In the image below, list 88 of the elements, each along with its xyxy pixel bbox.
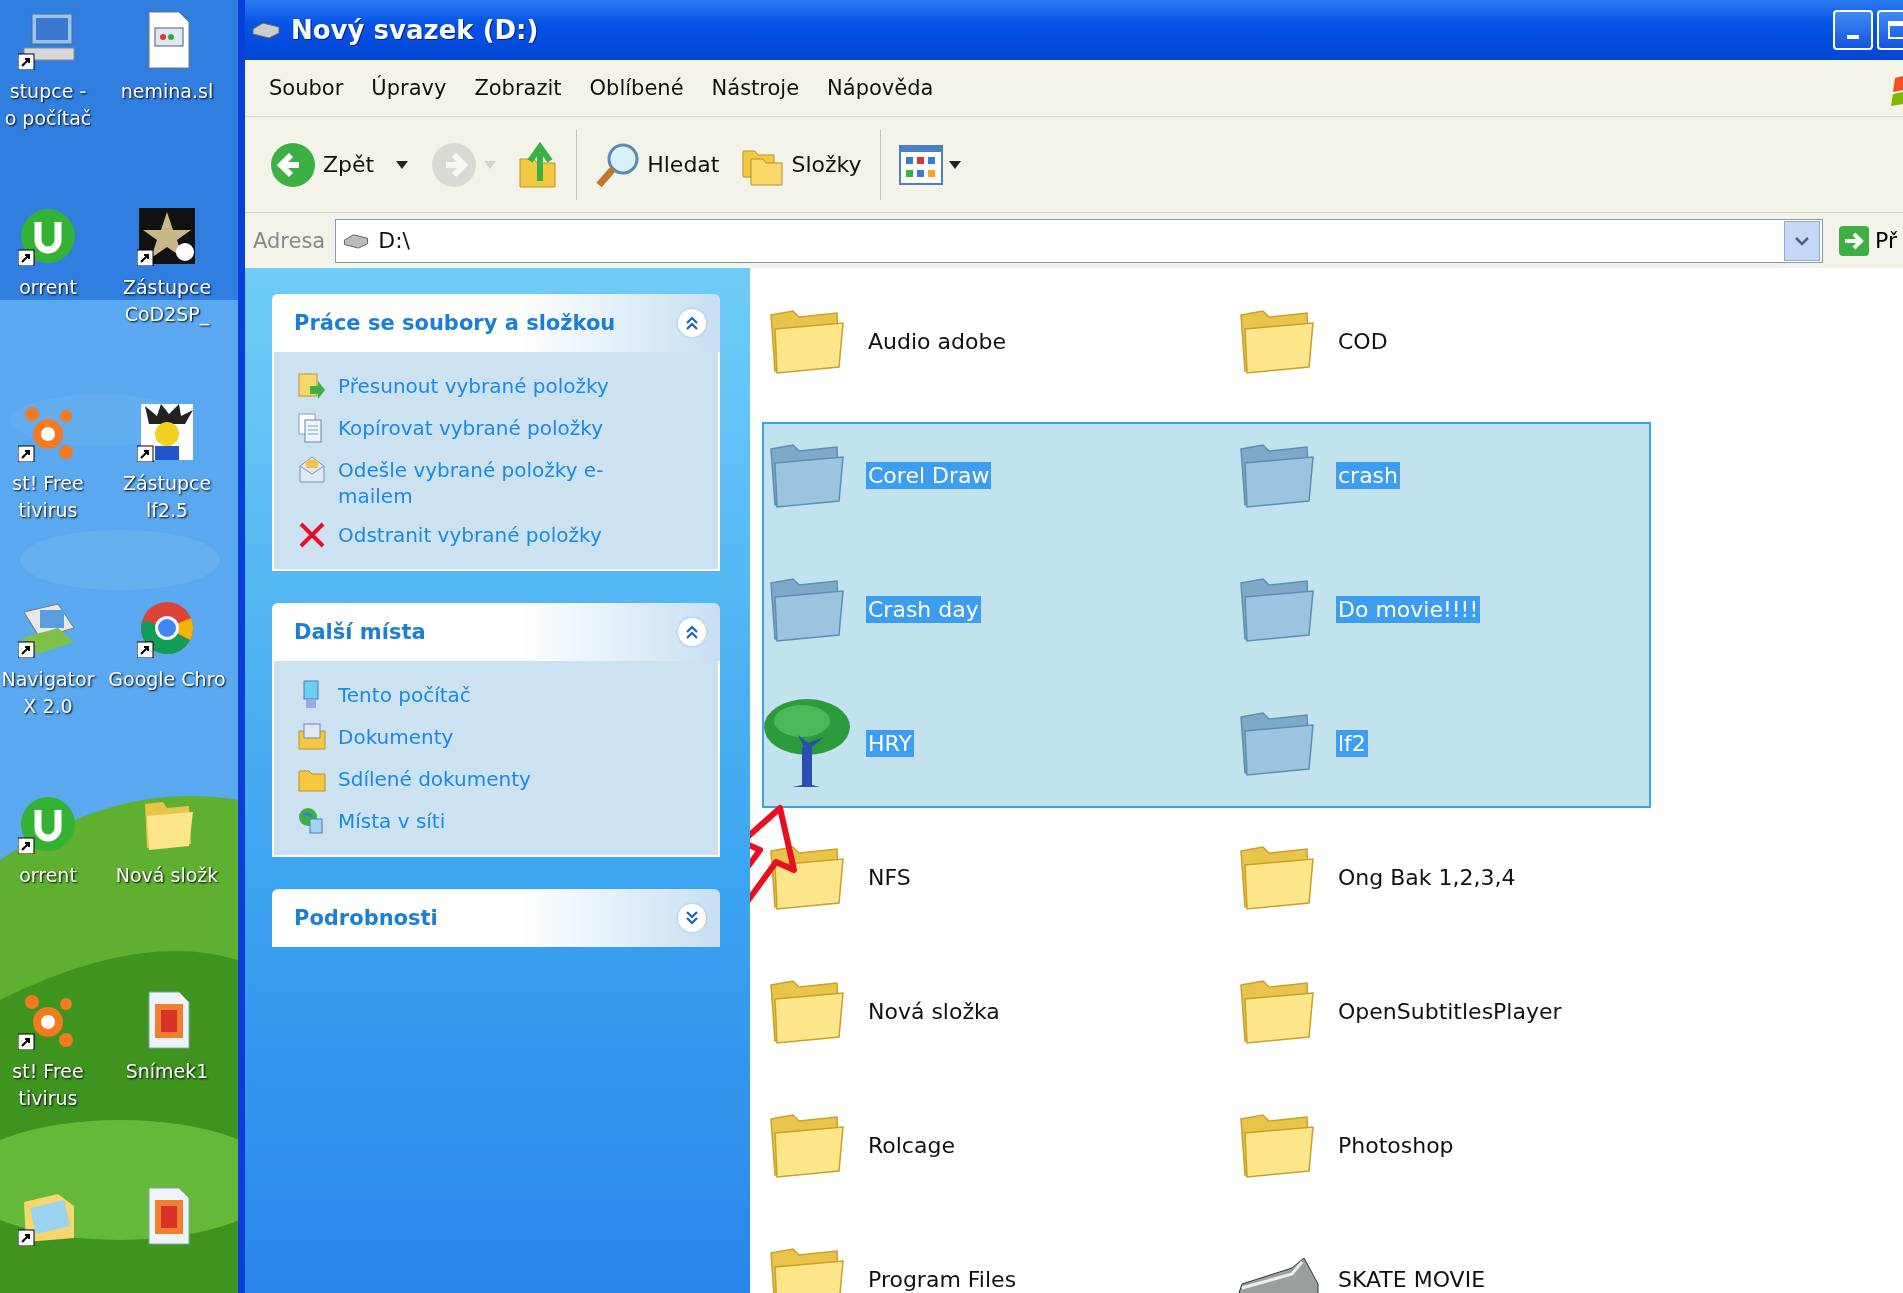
panel-header[interactable]: Další místa	[272, 603, 720, 661]
collapse-button[interactable]	[678, 618, 706, 646]
desktop-icon-label[interactable]: st! Free tivirus	[12, 470, 84, 524]
shortcut-icon[interactable]	[137, 206, 197, 266]
task-link[interactable]: Přesunout vybrané položky	[338, 370, 609, 399]
chevron-icon	[685, 315, 699, 331]
minimize-button[interactable]	[1833, 10, 1873, 50]
desktop-icon-label[interactable]: Navigator X 2.0	[1, 666, 95, 720]
file-name[interactable]: Audio adobe	[866, 327, 1008, 355]
file-name[interactable]: crash	[1336, 461, 1401, 489]
menu-item[interactable]: Úpravy	[357, 71, 461, 104]
folder-icon	[1237, 977, 1317, 1045]
file-name[interactable]: SKATE MOVIE	[1336, 1265, 1488, 1293]
folder-icon	[767, 843, 847, 911]
file-name[interactable]: lf2	[1336, 729, 1368, 757]
search-button[interactable]: Hledat	[587, 136, 728, 193]
menu-item[interactable]: Soubor	[255, 71, 358, 104]
file-name[interactable]: Photoshop	[1336, 1131, 1456, 1159]
caret-icon	[484, 160, 497, 169]
folder-icon	[767, 1111, 847, 1179]
file-name[interactable]: Corel Draw	[866, 461, 992, 489]
panel-header[interactable]: Podrobnosti	[272, 889, 720, 947]
views-icon	[898, 144, 943, 185]
desktop-icon-label[interactable]: Snímek1	[125, 1058, 209, 1085]
file-name[interactable]: Rolcage	[866, 1131, 957, 1159]
back-button[interactable]: Zpět	[261, 136, 383, 193]
file-name[interactable]: NFS	[866, 863, 913, 891]
file-name[interactable]: HRY	[866, 729, 914, 757]
minimize-icon	[1847, 35, 1859, 39]
task-link[interactable]: Tento počítač	[338, 679, 471, 708]
maximize-icon	[1887, 20, 1903, 40]
desktop-icon-label[interactable]: nemina.sl	[120, 78, 214, 105]
folders-button[interactable]: Složky	[733, 138, 870, 191]
desktop-icon-label[interactable]: stupce - o počítač	[4, 78, 92, 132]
folder-icon	[1237, 1111, 1317, 1179]
collapse-button[interactable]	[678, 309, 706, 337]
caret-icon	[396, 160, 409, 169]
folder-icon	[767, 307, 847, 375]
desktop-icon-label[interactable]: st! Free tivirus	[12, 1058, 84, 1112]
folder-icon	[767, 441, 847, 509]
desktop-icon-label[interactable]: Zástupce CoD2SP_	[122, 274, 212, 328]
folder-icon	[1237, 709, 1317, 777]
address-field[interactable]: D:\	[335, 218, 1824, 263]
folder-icon	[767, 1245, 847, 1293]
task-link[interactable]: Odstranit vybrané položky	[338, 519, 602, 548]
task-link[interactable]: Místa v síti	[338, 805, 446, 834]
folder-icon	[1237, 441, 1317, 509]
desktop-icon-label[interactable]: orrent	[19, 862, 77, 889]
file-name[interactable]: OpenSubtitlesPlayer	[1336, 997, 1564, 1025]
desktop-icon-label[interactable]: orrent	[19, 274, 77, 301]
tree-icon	[762, 697, 852, 789]
task-link[interactable]: Dokumenty	[338, 721, 454, 750]
menu-item[interactable]: Oblíbené	[575, 71, 698, 104]
desktop-icon-label[interactable]: Nová složk	[115, 862, 219, 889]
window-title: Nový svazek (D:)	[291, 15, 540, 45]
file-name[interactable]: Nová složka	[866, 997, 1002, 1025]
drive-icon	[251, 21, 281, 39]
desktop-icon-label[interactable]: Zástupce lf2.5	[122, 470, 212, 524]
expand-button[interactable]	[678, 904, 706, 932]
chevron-icon	[685, 624, 699, 640]
file-name[interactable]: Ong Bak 1,2,3,4	[1336, 863, 1518, 891]
documents-icon	[296, 721, 328, 753]
folder-icon	[767, 575, 847, 643]
dropdown-button[interactable]	[1784, 220, 1821, 261]
file-name[interactable]: COD	[1336, 327, 1390, 355]
menu-item[interactable]: Nástroje	[697, 71, 814, 104]
file-name[interactable]: Program Files	[866, 1265, 1019, 1293]
folder-up-icon	[518, 140, 559, 189]
file-name[interactable]: Do movie!!!!	[1336, 595, 1481, 623]
drive-icon	[342, 232, 371, 249]
task-link[interactable]: Kopírovat vybrané položky	[338, 412, 604, 441]
address-label: Adresa	[253, 228, 326, 253]
desktop-icon-label[interactable]: Google Chro	[108, 666, 226, 693]
caret-icon	[1795, 235, 1810, 246]
task-link[interactable]: Sdílené dokumenty	[338, 763, 531, 792]
folder-icon	[1237, 307, 1317, 375]
folder-icon	[767, 977, 847, 1045]
task-link[interactable]: Odešle vybrané položky e-mailem	[338, 454, 638, 509]
caret-icon	[948, 160, 961, 169]
email-icon	[296, 454, 328, 486]
panel-header[interactable]: Práce se soubory a složkou	[272, 294, 720, 352]
folder-icon	[1237, 843, 1317, 911]
folder-icon	[1237, 575, 1317, 643]
file-name[interactable]: Crash day	[866, 595, 981, 623]
go-button[interactable]: Př	[1833, 225, 1897, 256]
menu-item[interactable]: Zobrazit	[460, 71, 576, 104]
chevron-icon	[685, 910, 699, 926]
menu-item[interactable]: Nápověda	[813, 71, 948, 104]
